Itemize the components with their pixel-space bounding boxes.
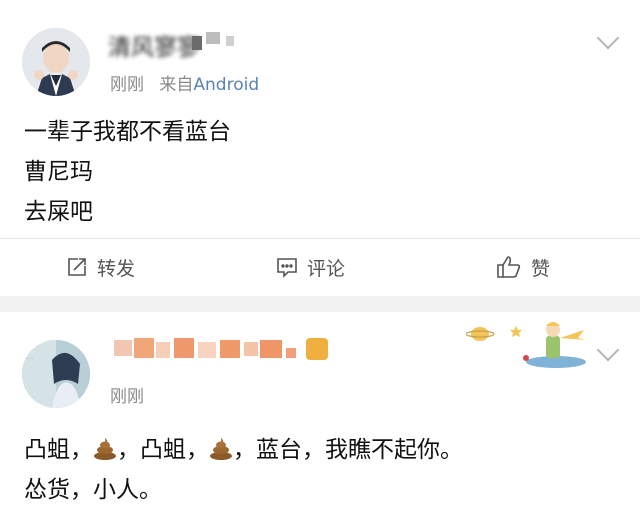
repost-label: 转发	[97, 257, 136, 280]
mosaic-block	[114, 340, 132, 356]
poop-emoji-icon	[209, 436, 233, 460]
post-text-line: 怂货，小人。	[24, 477, 162, 503]
comment-label: 评论	[307, 257, 346, 280]
mosaic-block	[226, 36, 234, 46]
repost-icon	[66, 256, 88, 278]
post-time: 刚刚	[110, 75, 144, 95]
mosaic-block	[206, 32, 220, 44]
mosaic-block	[174, 338, 194, 358]
repost-button[interactable]: 转发	[66, 252, 135, 282]
source-prefix: 来自	[159, 75, 194, 95]
weibo-post-2: · · · 刚刚 凸蛆， ，凸蛆， ，蓝台，我瞧不起你。 怂货，小人。	[0, 312, 640, 506]
like-button[interactable]: 赞	[496, 252, 550, 282]
comment-icon	[276, 256, 298, 278]
poop-emoji-icon	[93, 436, 117, 460]
avatar[interactable]: · · ·	[22, 340, 90, 408]
mosaic-block	[134, 338, 154, 358]
post-text-fragment: ，凸蛆，	[117, 437, 209, 463]
card-decoration	[465, 318, 596, 368]
svg-text:· · ·: · · ·	[27, 356, 33, 361]
username[interactable]: 清风寥寥	[108, 30, 248, 61]
post-text-line: 曹尼玛	[24, 159, 93, 185]
mosaic-block	[156, 342, 170, 358]
post-time: 刚刚	[110, 387, 144, 407]
mosaic-block	[260, 340, 282, 358]
like-label: 赞	[531, 257, 551, 280]
comment-button[interactable]: 评论	[276, 252, 345, 282]
post-text-line: 去屎吧	[24, 199, 93, 225]
post-source[interactable]: Android	[193, 75, 259, 95]
post-meta: 刚刚	[110, 382, 144, 407]
mosaic-block	[220, 340, 240, 358]
mosaic-block	[192, 36, 202, 50]
mosaic-block	[244, 342, 258, 356]
weibo-post-1: 清风寥寥 刚刚 来自Android 一辈子我都不看蓝台 曹尼玛 去屎吧 转发 评…	[0, 0, 640, 296]
mosaic-block	[286, 348, 296, 358]
avatar[interactable]	[22, 28, 90, 96]
post-text-fragment: 凸蛆，	[24, 437, 93, 463]
divider	[0, 238, 640, 239]
vip-badge-icon	[306, 338, 328, 360]
post-text-line: 凸蛆， ，凸蛆， ，蓝台，我瞧不起你。	[24, 430, 463, 464]
chevron-down-icon[interactable]	[596, 26, 620, 50]
post-meta: 刚刚 来自Android	[110, 70, 259, 95]
thumbs-up-icon	[496, 254, 522, 280]
post-text-fragment: ，蓝台，我瞧不起你。	[233, 437, 463, 463]
chevron-down-icon[interactable]	[596, 338, 620, 362]
username-text: 清风寥寥	[108, 35, 200, 61]
post-text-line: 一辈子我都不看蓝台	[24, 119, 231, 145]
mosaic-block	[198, 342, 216, 358]
username[interactable]	[108, 336, 330, 362]
